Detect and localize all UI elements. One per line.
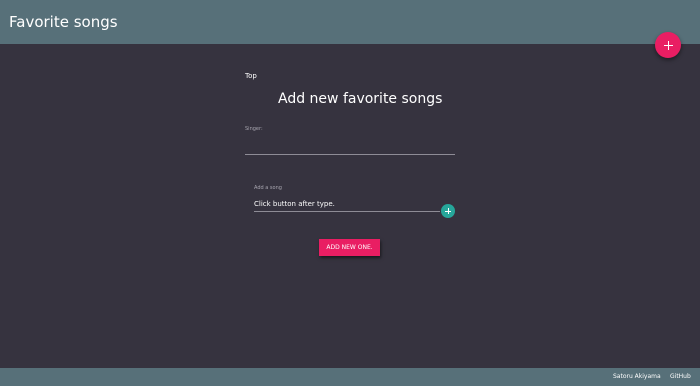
footer-author-link[interactable]: Satoru Akiyama bbox=[613, 373, 661, 381]
top-link[interactable]: Top bbox=[245, 72, 257, 81]
page-title: Add new favorite songs bbox=[278, 91, 443, 107]
singer-label: Singer: bbox=[245, 126, 263, 132]
app-title: Favorite songs bbox=[9, 13, 118, 31]
add-song-button[interactable] bbox=[441, 204, 455, 218]
add-favorite-fab-button[interactable] bbox=[655, 32, 681, 58]
singer-input[interactable] bbox=[245, 138, 455, 155]
plus-icon bbox=[445, 208, 451, 214]
song-label: Add a song bbox=[254, 185, 282, 191]
footer: Satoru Akiyama GitHub bbox=[0, 368, 700, 386]
app-header: Favorite songs bbox=[0, 0, 700, 44]
song-input[interactable] bbox=[254, 197, 440, 212]
plus-icon bbox=[663, 40, 673, 50]
footer-github-link[interactable]: GitHub bbox=[670, 373, 691, 381]
app-root: Favorite songs Top Add new favorite song… bbox=[0, 0, 700, 386]
add-new-one-button[interactable]: ADD NEW ONE. bbox=[319, 239, 380, 256]
